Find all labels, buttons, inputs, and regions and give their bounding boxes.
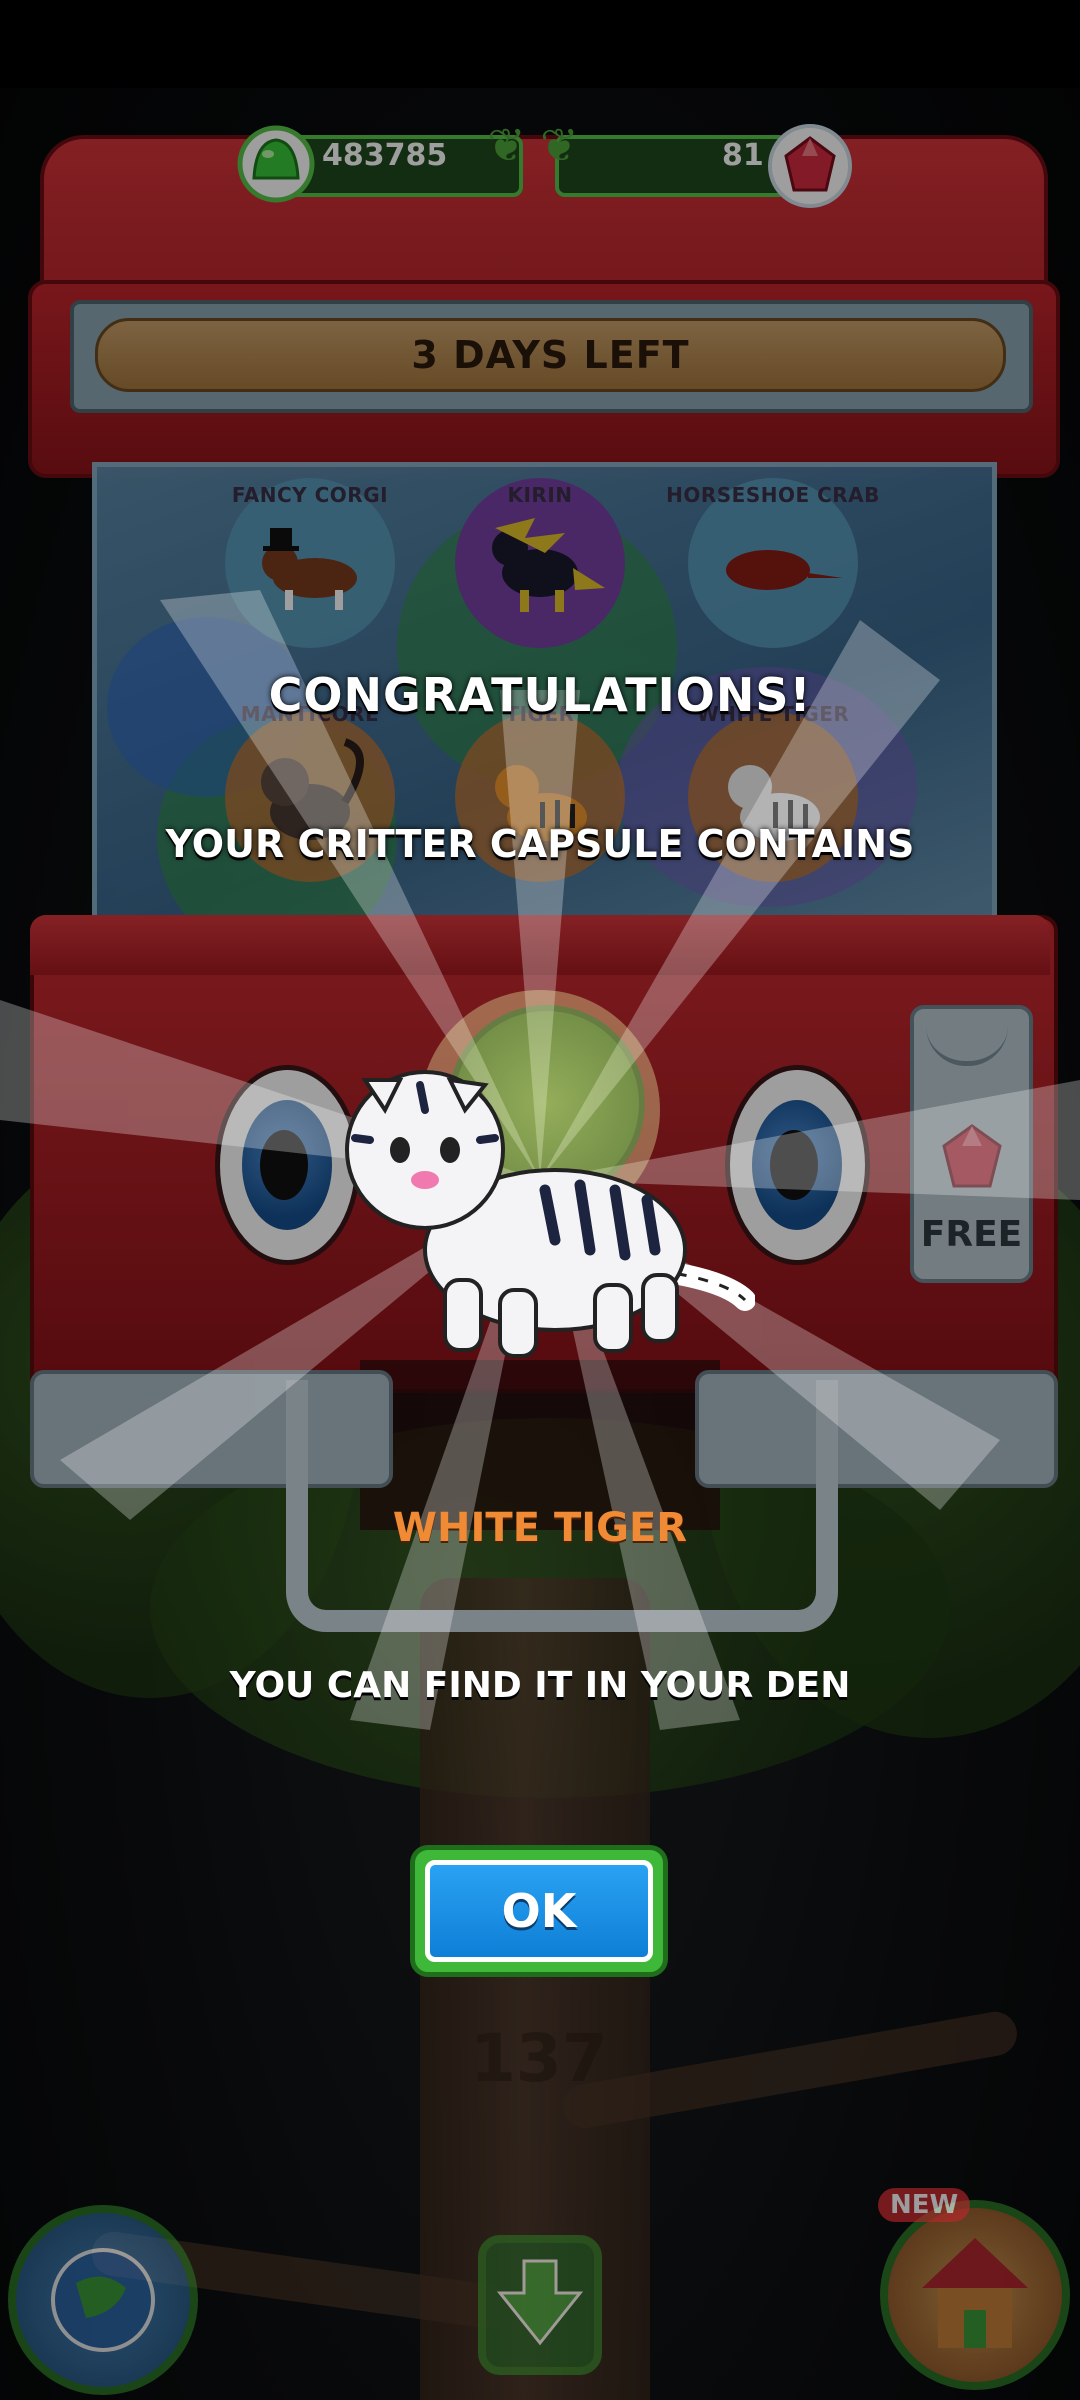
ok-button-label: OK [501, 1884, 577, 1938]
scroll-down-button[interactable] [478, 2235, 602, 2375]
world-map-button[interactable] [8, 2205, 198, 2395]
house-icon [922, 2238, 1028, 2348]
down-arrow-icon [496, 2259, 584, 2346]
new-badge: NEW [878, 2188, 971, 2222]
white-tiger-reward-image [345, 1070, 755, 1358]
den-button[interactable] [880, 2200, 1070, 2390]
ok-button[interactable]: OK [410, 1845, 668, 1977]
globe-icon [51, 2248, 155, 2352]
den-message: YOU CAN FIND IT IN YOUR DEN [229, 1665, 851, 1706]
congratulations-title: CONGRATULATIONS! [268, 668, 812, 722]
capsule-contains-text: YOUR CRITTER CAPSULE CONTAINS [165, 822, 915, 866]
critter-name: WHITE TIGER [392, 1505, 688, 1551]
